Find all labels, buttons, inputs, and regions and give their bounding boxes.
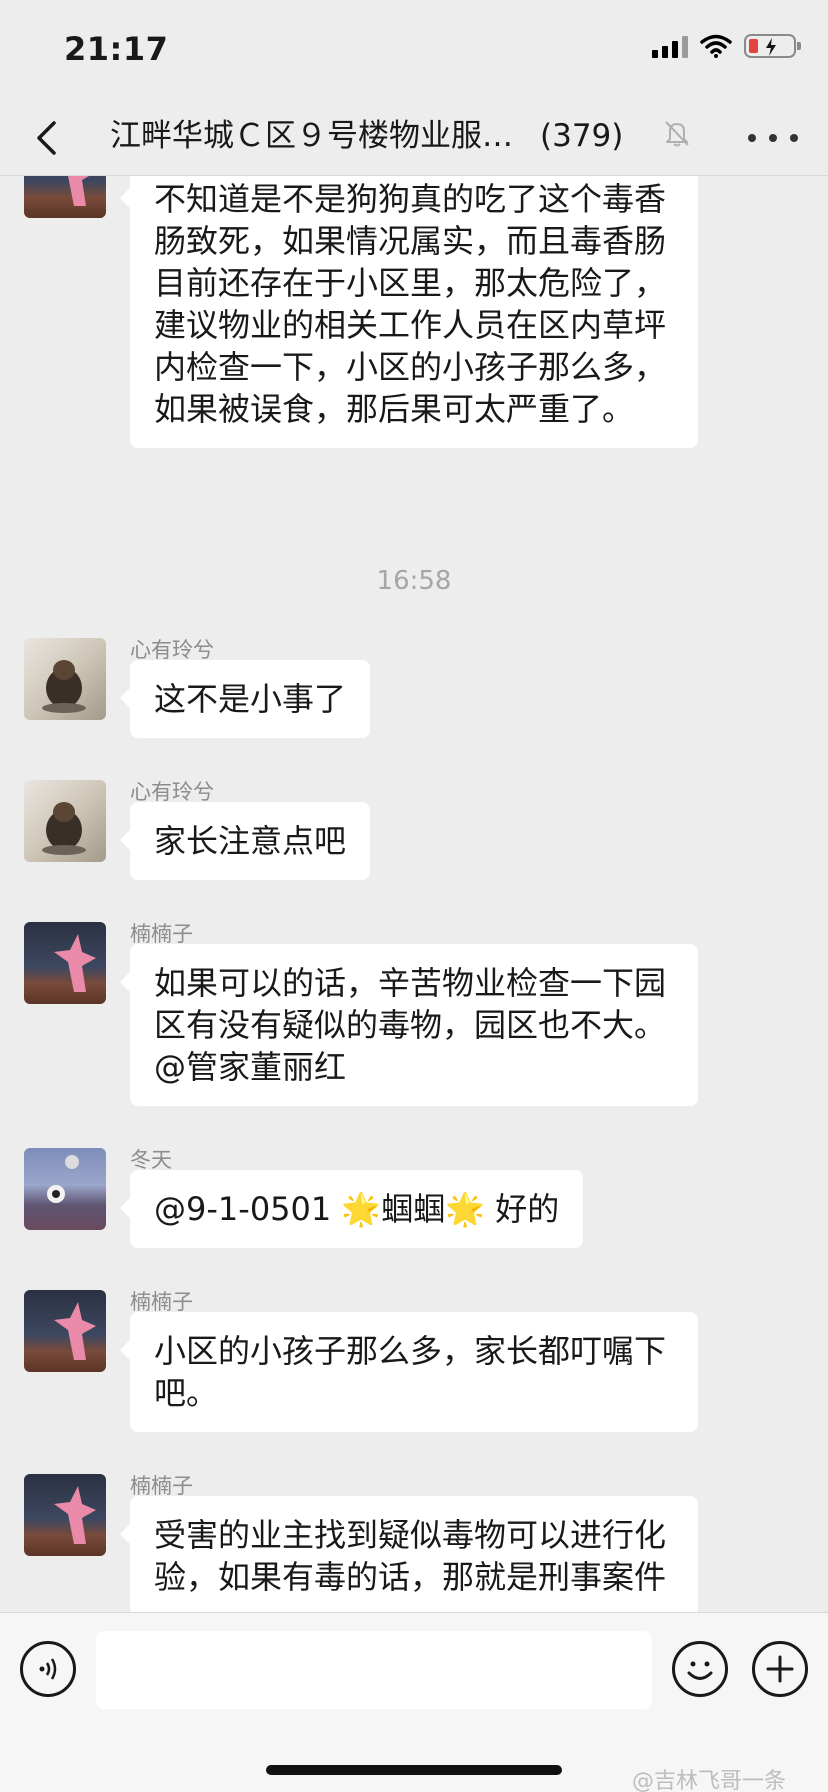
status-time: 21:17 [64, 30, 169, 68]
plus-icon [766, 1655, 794, 1683]
avatar[interactable] [24, 1474, 106, 1556]
avatar[interactable] [24, 922, 106, 1004]
message-bubble[interactable]: 小区的小孩子那么多，家长都叮嘱下吧。 [120, 1312, 698, 1432]
emoji-button[interactable] [672, 1641, 728, 1697]
message-input[interactable] [96, 1631, 652, 1709]
watermark: @吉林飞哥一条 [632, 1769, 787, 1792]
avatar[interactable] [24, 638, 106, 720]
smiley-icon [687, 1661, 713, 1680]
message-bubble[interactable]: 不知道是不是狗狗真的吃了这个毒香肠致死，如果情况属实，而且毒香肠目前还存在于小区… [120, 176, 698, 448]
more-functions-button[interactable] [752, 1641, 808, 1697]
member-count: (379) [540, 118, 624, 154]
cellular-signal-icon [652, 34, 688, 58]
message-bubble[interactable]: 家长注意点吧 [119, 802, 371, 880]
avatar[interactable] [24, 780, 106, 862]
voice-input-button[interactable] [20, 1641, 76, 1697]
message-bubble[interactable]: @9-1-0501 🌟蝈蝈🌟 好的 [119, 1170, 584, 1248]
message-bubble[interactable]: 这不是小事了 [119, 660, 371, 738]
wifi-icon [700, 34, 732, 58]
back-button[interactable] [22, 114, 70, 162]
avatar[interactable] [24, 1290, 106, 1372]
status-icons [652, 34, 801, 58]
chevron-left-icon [37, 121, 56, 155]
mute-bell-icon [665, 121, 689, 147]
voice-icon [39, 1658, 57, 1680]
more-button[interactable] [748, 120, 798, 156]
message-bubble[interactable]: 如果可以的话，辛苦物业检查一下园区有没有疑似的毒物，园区也不大。@管家董丽红 [120, 944, 698, 1106]
input-bar: @吉林飞哥一条 [0, 1612, 828, 1792]
chat-title[interactable]: 江畔华城Ｃ区９号楼物业服… [110, 112, 513, 160]
home-indicator[interactable] [266, 1765, 562, 1775]
chat-timestamp: 16:58 [376, 566, 452, 596]
battery-icon [744, 34, 801, 58]
avatar[interactable] [24, 1148, 106, 1230]
chat-header: 江畔华城Ｃ区９号楼物业服… (379) [0, 100, 828, 176]
message-bubble[interactable]: 受害的业主找到疑似毒物可以进行化验，如果有毒的话，那就是刑事案件 [120, 1496, 698, 1612]
status-bar: 21:17 [0, 0, 828, 100]
avatar[interactable] [24, 176, 106, 218]
chat-message-list[interactable]: 不知道是不是狗狗真的吃了这个毒香肠致死，如果情况属实，而且毒香肠目前还存在于小区… [0, 176, 828, 1612]
